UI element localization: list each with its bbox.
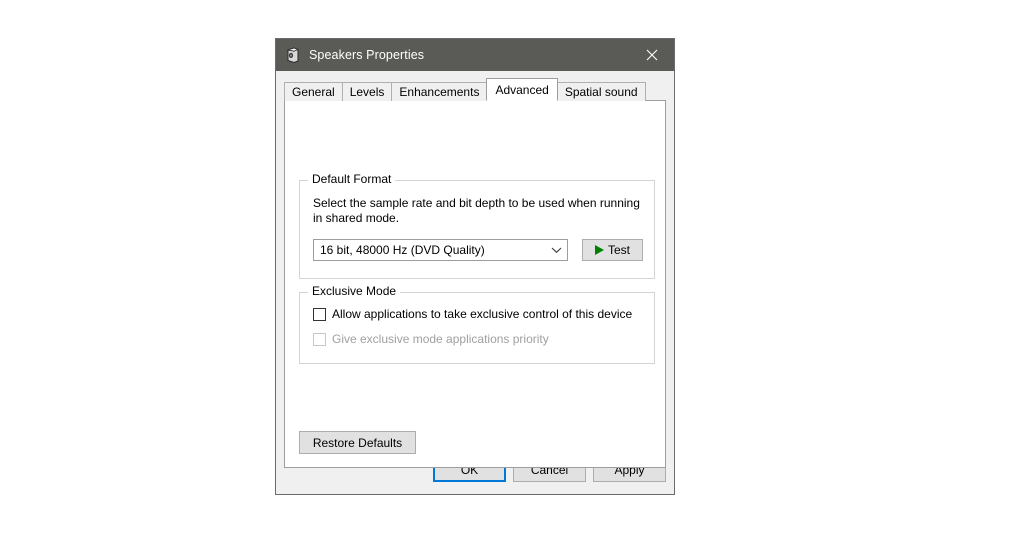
tab-general[interactable]: General: [284, 82, 343, 101]
restore-defaults-button[interactable]: Restore Defaults: [299, 431, 416, 454]
checkbox-box: [313, 307, 326, 321]
close-icon[interactable]: [630, 39, 674, 71]
default-format-description: Select the sample rate and bit depth to …: [313, 196, 640, 225]
tab-levels[interactable]: Levels: [341, 82, 393, 101]
checkbox-label: Give exclusive mode applications priorit…: [332, 332, 549, 346]
speakers-properties-dialog: Speakers Properties General Levels Enhan…: [275, 38, 675, 495]
checkbox-label: Allow applications to take exclusive con…: [332, 307, 633, 321]
tab-panel-advanced: Default Format Select the sample rate an…: [284, 100, 666, 468]
title-bar: Speakers Properties: [276, 39, 674, 71]
dialog-body: General Levels Enhancements Advanced Spa…: [276, 71, 674, 494]
checkbox-exclusive-priority: Give exclusive mode applications priorit…: [313, 332, 549, 346]
play-icon: [594, 245, 604, 255]
checkbox-box: [313, 332, 326, 346]
exclusive-mode-group-label: Exclusive Mode: [308, 285, 401, 297]
tab-enhancements[interactable]: Enhancements: [391, 82, 488, 101]
default-format-combobox[interactable]: 16 bit, 48000 Hz (DVD Quality): [313, 239, 568, 261]
default-format-group-label: Default Format: [308, 173, 396, 185]
speaker-device-icon: [286, 47, 300, 63]
test-button-label: Test: [607, 243, 630, 257]
tab-strip: General Levels Enhancements Advanced Spa…: [284, 78, 666, 101]
window-title: Speakers Properties: [309, 47, 425, 62]
default-format-group: Default Format Select the sample rate an…: [299, 173, 655, 279]
tab-advanced[interactable]: Advanced: [486, 78, 558, 101]
exclusive-mode-group: Exclusive Mode Allow applications to tak…: [299, 285, 655, 364]
checkbox-allow-exclusive-control[interactable]: Allow applications to take exclusive con…: [313, 307, 632, 321]
test-button[interactable]: Test: [582, 239, 643, 261]
default-format-selected-value: 16 bit, 48000 Hz (DVD Quality): [320, 243, 485, 257]
chevron-down-icon: [545, 246, 567, 254]
tab-spatial-sound[interactable]: Spatial sound: [556, 82, 646, 101]
